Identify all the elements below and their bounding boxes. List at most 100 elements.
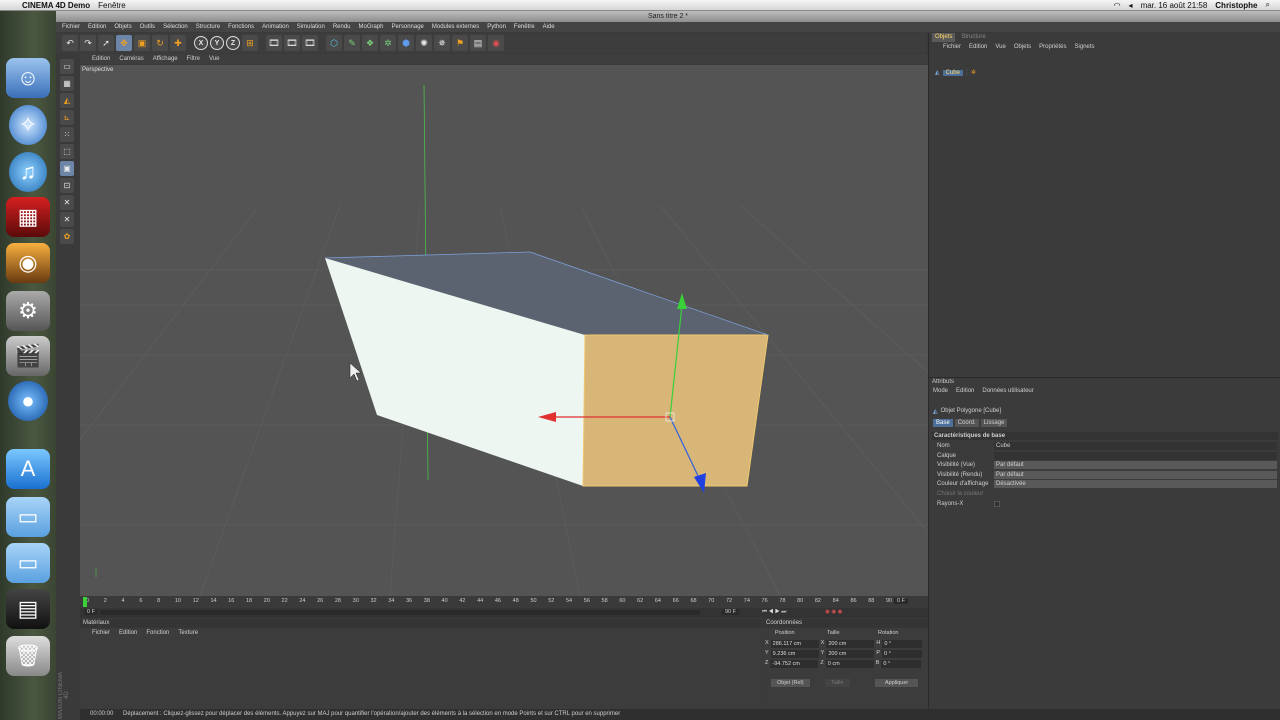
size-y-field[interactable]: 200 cm — [826, 650, 875, 658]
xray-checkbox[interactable] — [994, 501, 1000, 507]
model-mode-icon[interactable]: ▭ — [60, 59, 74, 74]
menu-structure[interactable]: Structure — [196, 24, 220, 30]
attr-menu-edition[interactable]: Edition — [956, 388, 974, 394]
spotlight-icon[interactable]: ⌕ — [1266, 0, 1270, 10]
objects-menu-proprietes[interactable]: Propriétés — [1039, 44, 1066, 50]
materials-menu-fonction[interactable]: Fonction — [146, 630, 169, 636]
tab-lissage[interactable]: Lissage — [980, 419, 1008, 427]
attr-menu-donnees[interactable]: Données utilisateur — [982, 388, 1033, 394]
points-mode-icon[interactable]: ⁙ — [60, 127, 74, 142]
frame-range-slider[interactable] — [100, 610, 700, 615]
subdivision-surface-icon[interactable]: ❖ — [362, 35, 378, 51]
tab-structure[interactable]: Structure — [958, 33, 988, 42]
menu-fenetre[interactable]: Fenêtre — [514, 24, 535, 30]
record-keys-icon[interactable]: ◉ ◉ ◉ — [825, 609, 842, 615]
size-z-field[interactable]: 0 cm — [825, 660, 874, 668]
objects-menu-objets[interactable]: Objets — [1014, 44, 1031, 50]
cube-primitive-icon[interactable]: ⬡ — [326, 35, 342, 51]
playback-controls-icon[interactable]: ⏮ ◀ ▶ ⏭ — [762, 609, 786, 616]
imovie-icon[interactable]: 🎬 — [6, 336, 50, 376]
position-x-field[interactable]: 286.117 cm — [770, 640, 819, 648]
tab-objets[interactable]: Objets — [932, 33, 956, 42]
tab-coord[interactable]: Coord. — [954, 419, 979, 427]
app-store-icon[interactable]: A — [6, 449, 50, 489]
gizmo-y-arrow-icon[interactable] — [677, 293, 687, 309]
wifi-icon[interactable]: ◠ — [1114, 1, 1121, 10]
menu-personnage[interactable]: Personnage — [392, 24, 424, 30]
rotation-b-field[interactable]: 0 ° — [881, 660, 922, 668]
objects-menu-fichier[interactable]: Fichier — [943, 44, 961, 50]
rotate-tool-icon[interactable]: ↻ — [152, 35, 168, 51]
uv-mode-icon[interactable]: ⊡ — [60, 178, 74, 193]
finder-icon[interactable]: ☺ — [6, 58, 50, 98]
timeline-ruler[interactable]: 0 2 4 6 8 10 12 14 16 18 20 22 24 26 28 30 32 34 36 38 40 42 4… — [80, 597, 928, 607]
menu-simulation[interactable]: Simulation — [297, 24, 325, 30]
max-frame-field[interactable]: 90 F — [722, 609, 740, 615]
menu-fichier[interactable]: Fichier — [62, 24, 80, 30]
menu-aide[interactable]: Aide — [543, 24, 555, 30]
materials-menu-fichier[interactable]: Fichier — [92, 630, 110, 636]
rotation-h-field[interactable]: 0 ° — [882, 640, 923, 648]
object-row-cube[interactable]: ◭ Cube ⁚ ✲ — [935, 69, 976, 76]
volume-icon[interactable]: ◂ — [1129, 1, 1133, 10]
axis-mode-icon[interactable]: ⊾ — [60, 110, 74, 125]
cinema4d-icon[interactable]: ● — [8, 381, 48, 421]
viewport-menu-filtre[interactable]: Filtre — [187, 56, 200, 62]
folder-applications-icon[interactable]: ▭ — [6, 497, 50, 537]
texture-mode-icon[interactable]: ▦ — [60, 76, 74, 91]
array-icon[interactable]: ✲ — [380, 35, 396, 51]
viewport-menu-vue[interactable]: Vue — [209, 56, 219, 62]
object-name[interactable]: Cube — [942, 69, 963, 76]
coordinate-mode-select[interactable]: Objet (Rel) — [771, 679, 810, 687]
current-frame-field[interactable]: 0 F — [84, 609, 98, 615]
attr-menu-mode[interactable]: Mode — [933, 388, 948, 394]
polygons-mode-icon[interactable]: ▣ — [60, 161, 74, 176]
menu-modules-externes[interactable]: Modules externes — [432, 24, 479, 30]
y-axis-lock-button[interactable]: Y — [210, 36, 224, 50]
z-axis-lock-button[interactable]: Z — [226, 36, 240, 50]
menu-rendu[interactable]: Rendu — [333, 24, 351, 30]
move-tool-icon[interactable]: ✥ — [116, 35, 132, 51]
spline-pen-icon[interactable]: ✎ — [344, 35, 360, 51]
downloads-stack-icon[interactable]: ▤ — [6, 589, 50, 629]
menu-mograph[interactable]: MoGraph — [359, 24, 384, 30]
app-menu[interactable]: CINEMA 4D Demo — [22, 1, 90, 10]
editor-visibility-select[interactable]: Par défaut — [994, 461, 1277, 469]
redo-icon[interactable]: ↷ — [80, 35, 96, 51]
size-mode-select[interactable]: Taille — [825, 679, 850, 687]
scene-icon[interactable]: ✺ — [416, 35, 432, 51]
light-icon[interactable]: ▤ — [470, 35, 486, 51]
timeline-end-field[interactable]: 0 F — [894, 598, 908, 604]
viewport-menu-cameras[interactable]: Caméras — [119, 56, 143, 62]
photo-booth-icon[interactable]: ▦ — [6, 197, 50, 237]
menu-fonctions[interactable]: Fonctions — [228, 24, 254, 30]
objects-menu-vue[interactable]: Vue — [995, 44, 1005, 50]
menu-edition[interactable]: Edition — [88, 24, 106, 30]
environment-icon[interactable]: ✵ — [434, 35, 450, 51]
rotation-p-field[interactable]: 0 ° — [882, 650, 923, 658]
menu-selection[interactable]: Sélection — [163, 24, 188, 30]
materials-menu-texture[interactable]: Texture — [178, 630, 198, 636]
size-x-field[interactable]: 200 cm — [826, 640, 875, 648]
render-picture-viewer-icon[interactable]: 🎞 — [284, 35, 300, 51]
coordinate-system-icon[interactable]: ⊞ — [242, 35, 258, 51]
render-visibility-select[interactable]: Par défaut — [994, 471, 1277, 479]
safari-icon[interactable]: ✧ — [9, 105, 47, 145]
layer-field[interactable] — [994, 452, 1277, 460]
viewport-menu-affichage[interactable]: Affichage — [153, 56, 178, 62]
materials-menu-edition[interactable]: Edition — [119, 630, 137, 636]
cube-selected-face[interactable] — [582, 334, 769, 487]
menu-python[interactable]: Python — [487, 24, 506, 30]
position-z-field[interactable]: -94.752 cm — [770, 660, 819, 668]
menu-objets[interactable]: Objets — [114, 24, 131, 30]
playhead[interactable] — [83, 597, 87, 607]
viewport-menu-edition[interactable]: Edition — [92, 56, 110, 62]
user-menu[interactable]: Christophe — [1215, 1, 1257, 10]
tab-base[interactable]: Base — [933, 419, 953, 427]
iphoto-icon[interactable]: ◉ — [6, 243, 50, 283]
add-tool-icon[interactable]: ✚ — [170, 35, 186, 51]
system-preferences-icon[interactable]: ⚙ — [6, 291, 50, 331]
itunes-icon[interactable]: ♫ — [9, 152, 47, 192]
undo-icon[interactable]: ↶ — [62, 35, 78, 51]
trash-icon[interactable]: 🗑 — [6, 636, 50, 676]
